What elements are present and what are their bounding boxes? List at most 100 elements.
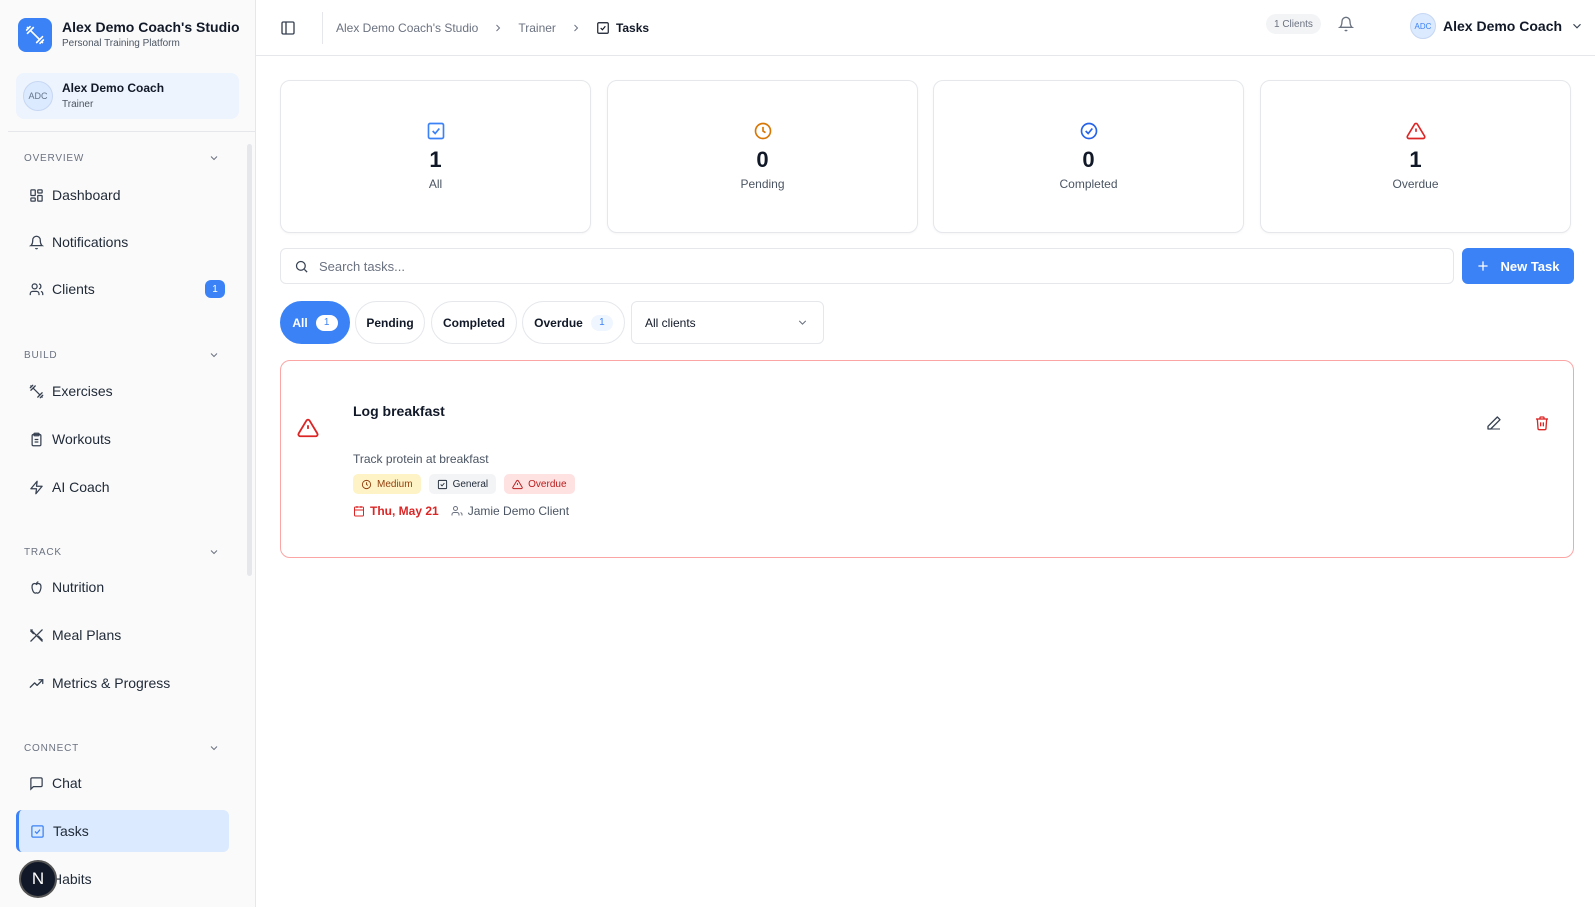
- chevron-right-icon: [570, 22, 582, 34]
- sidebar-item-clients[interactable]: Clients 1: [16, 268, 229, 310]
- trash-icon: [1536, 416, 1548, 431]
- category-label: General: [452, 478, 489, 490]
- filter-pending[interactable]: Pending: [355, 301, 425, 344]
- avatar: ADC: [23, 81, 53, 111]
- sidebar-item-label: Exercises: [52, 383, 113, 399]
- search-input[interactable]: [319, 258, 1419, 274]
- sidebar-item-label: AI Coach: [52, 479, 110, 495]
- filter-completed[interactable]: Completed: [431, 301, 517, 344]
- panel-left-icon: [281, 21, 295, 35]
- edit-task-button[interactable]: [1486, 415, 1504, 433]
- sidebar-item-label: Clients: [52, 281, 95, 297]
- sidebar-toggle-button[interactable]: [276, 16, 300, 40]
- user-card[interactable]: ADC Alex Demo Coach Trainer: [16, 73, 239, 119]
- clock-icon: [754, 122, 771, 140]
- chevron-down-icon: [1573, 23, 1581, 29]
- apple-icon: [28, 579, 44, 595]
- delete-task-button[interactable]: [1534, 415, 1552, 433]
- dev-tools-button[interactable]: N: [19, 860, 57, 898]
- dumbbell-icon: [28, 383, 44, 399]
- top-header: Alex Demo Coach's Studio Trainer Tasks 1…: [256, 0, 1595, 56]
- category-badge: General: [428, 474, 497, 494]
- section-overview[interactable]: OVERVIEW: [24, 150, 220, 166]
- stat-label: All: [428, 177, 443, 191]
- sidebar-item-meal-plans[interactable]: Meal Plans: [16, 614, 229, 656]
- clients-count-badge: 1 Clients: [1266, 14, 1321, 34]
- sidebar-item-label: Meal Plans: [52, 627, 122, 643]
- sidebar-item-metrics[interactable]: Metrics & Progress: [16, 662, 229, 704]
- sidebar-item-workouts[interactable]: Workouts: [16, 418, 229, 460]
- check-circle-icon: [1080, 122, 1097, 140]
- bell-icon: [1338, 16, 1354, 32]
- stat-value: 0: [756, 147, 769, 172]
- section-connect-title: CONNECT: [24, 742, 80, 754]
- chevron-down-icon: [210, 746, 218, 751]
- sidebar: Alex Demo Coach's Studio Personal Traini…: [0, 0, 256, 907]
- task-meta: Thu, May 21 Jamie Demo Client: [353, 504, 569, 518]
- utensils-icon: [28, 627, 44, 643]
- task-card[interactable]: Log breakfast Track protein at breakfast…: [280, 360, 1574, 558]
- alert-triangle-icon: [297, 418, 319, 438]
- sidebar-item-chat[interactable]: Chat: [16, 762, 229, 804]
- brand[interactable]: Alex Demo Coach's Studio Personal Traini…: [18, 18, 240, 52]
- breadcrumb-tasks: Tasks: [615, 21, 650, 35]
- filter-all[interactable]: All 1: [280, 301, 350, 344]
- section-connect[interactable]: CONNECT: [24, 740, 220, 756]
- client-filter-select[interactable]: All clients: [631, 301, 824, 344]
- section-overview-title: OVERVIEW: [24, 152, 85, 164]
- sidebar-item-exercises[interactable]: Exercises: [16, 370, 229, 412]
- stat-card-all[interactable]: 1 All: [280, 80, 591, 233]
- check-square-icon: [437, 479, 447, 489]
- stat-label: Overdue: [1392, 177, 1439, 191]
- calendar-icon: [354, 506, 364, 517]
- user-menu[interactable]: ADC Alex Demo Coach: [1410, 12, 1584, 40]
- due-date-label: Thu, May 21: [370, 504, 439, 518]
- user-name: Alex Demo Coach: [1443, 18, 1563, 34]
- divider: [322, 12, 323, 44]
- new-task-button[interactable]: New Task: [1462, 248, 1574, 284]
- pencil-icon: [1487, 416, 1501, 430]
- stat-card-pending[interactable]: 0 Pending: [607, 80, 918, 233]
- filter-overdue[interactable]: Overdue 1: [522, 301, 625, 344]
- alert-triangle-icon: [1405, 122, 1426, 140]
- section-track[interactable]: TRACK: [24, 544, 220, 560]
- breadcrumb-current: Tasks: [596, 21, 649, 35]
- sidebar-scrollbar[interactable]: [247, 144, 252, 576]
- sidebar-item-dashboard[interactable]: Dashboard: [16, 174, 229, 216]
- lightning-icon: [28, 479, 44, 495]
- sidebar-item-label: Workouts: [52, 431, 111, 447]
- users-icon: [28, 281, 44, 297]
- stat-card-overdue[interactable]: 1 Overdue: [1260, 80, 1571, 233]
- stat-label: Completed: [1059, 177, 1118, 191]
- stat-value: 1: [429, 147, 442, 172]
- stat-card-completed[interactable]: 0 Completed: [933, 80, 1244, 233]
- priority-badge: Medium: [353, 474, 421, 494]
- sidebar-item-tasks[interactable]: Tasks: [16, 810, 229, 852]
- sidebar-item-label: Nutrition: [52, 579, 105, 595]
- sidebar-item-label: Notifications: [52, 234, 129, 250]
- breadcrumb-trainer[interactable]: Trainer: [518, 21, 556, 35]
- sidebar-item-label: Tasks: [53, 823, 89, 839]
- assignee-name: Jamie Demo Client: [467, 504, 570, 518]
- search-box[interactable]: [280, 248, 1454, 284]
- notifications-button[interactable]: [1338, 16, 1356, 34]
- check-square-icon: [29, 823, 45, 839]
- brand-subtitle: Personal Training Platform: [62, 38, 180, 49]
- filter-label: All: [292, 315, 308, 330]
- chat-icon: [28, 775, 44, 791]
- section-build[interactable]: BUILD: [24, 347, 220, 363]
- dumbbell-logo-icon: [18, 18, 52, 52]
- sidebar-item-nutrition[interactable]: Nutrition: [16, 566, 229, 608]
- filter-count: 1: [590, 314, 613, 331]
- filter-label: Completed: [442, 315, 505, 330]
- user-role: Trainer: [62, 99, 94, 110]
- check-square-icon: [427, 122, 444, 140]
- sidebar-item-ai-coach[interactable]: AI Coach: [16, 466, 229, 508]
- filter-label: Pending: [366, 315, 414, 330]
- due-date: Thu, May 21: [353, 504, 439, 518]
- chevron-down-icon: [210, 156, 218, 161]
- stat-label: Pending: [740, 177, 785, 191]
- sidebar-item-notifications[interactable]: Notifications: [16, 221, 229, 263]
- task-title: Log breakfast: [353, 403, 445, 419]
- breadcrumb-studio[interactable]: Alex Demo Coach's Studio: [336, 21, 478, 35]
